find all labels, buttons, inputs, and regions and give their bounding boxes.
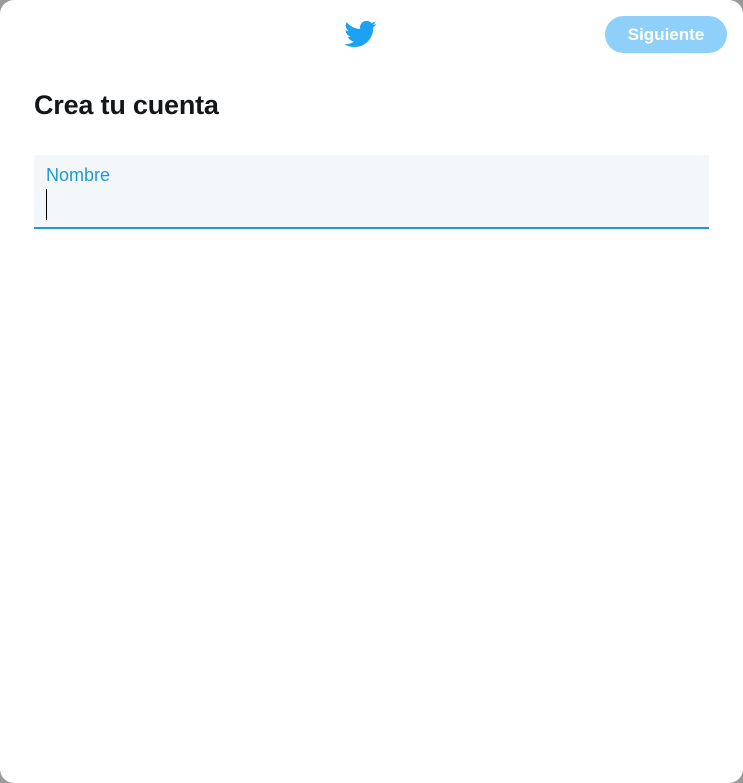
- next-button[interactable]: Siguiente: [605, 16, 727, 53]
- modal-header: Siguiente: [0, 0, 743, 70]
- name-field-label: Nombre: [46, 165, 111, 185]
- page-title: Crea tu cuenta: [34, 90, 219, 120]
- twitter-bird-icon: [344, 20, 377, 48]
- name-field[interactable]: Nombre: [34, 155, 709, 229]
- signup-modal: Siguiente Crea tu cuenta Nombre: [0, 0, 743, 783]
- name-input[interactable]: [46, 189, 696, 219]
- text-caret: [46, 189, 47, 220]
